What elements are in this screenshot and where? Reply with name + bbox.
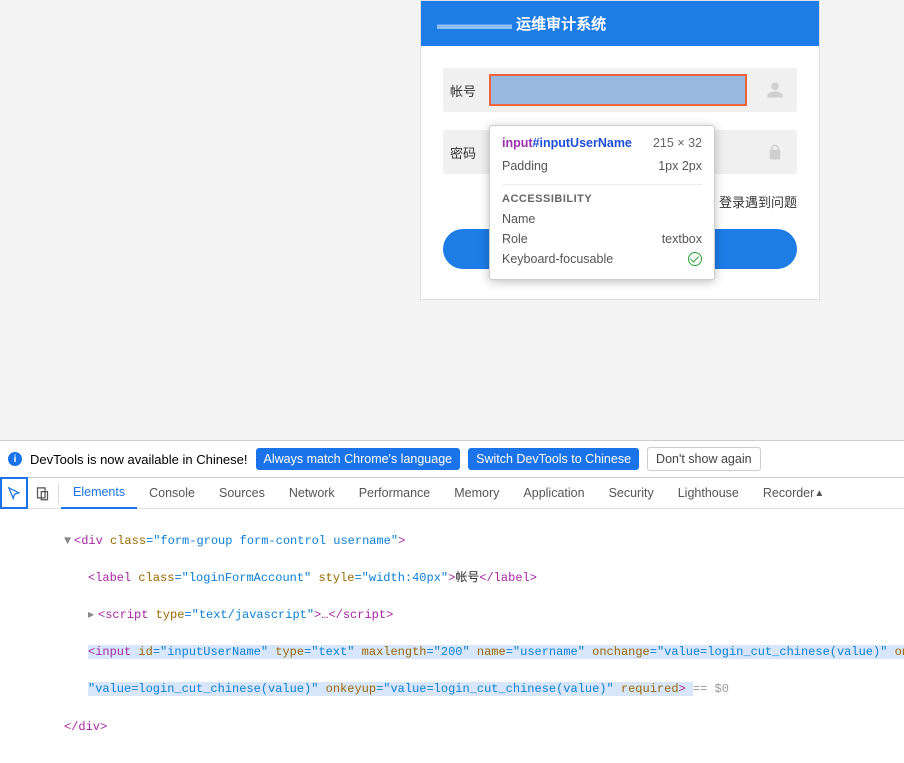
tooltip-selector-id: #inputUserName <box>533 136 632 150</box>
tab-application[interactable]: Application <box>511 477 596 509</box>
divider <box>58 483 59 503</box>
elements-panel[interactable]: ▼<div class="form-group form-control use… <box>0 509 904 763</box>
tooltip-kf-label: Keyboard-focusable <box>502 252 613 266</box>
inspect-element-icon[interactable] <box>0 477 28 509</box>
tab-lighthouse[interactable]: Lighthouse <box>666 477 751 509</box>
login-title: ▬▬▬▬▬ 运维审计系统 <box>421 1 819 46</box>
tab-elements[interactable]: Elements <box>61 477 137 509</box>
device-toggle-icon[interactable] <box>28 477 56 509</box>
tab-performance[interactable]: Performance <box>347 477 443 509</box>
username-row: 帐号 <box>443 68 797 112</box>
always-match-button[interactable]: Always match Chrome's language <box>256 448 461 470</box>
tab-network[interactable]: Network <box>277 477 347 509</box>
username-label: 帐号 <box>443 81 483 100</box>
tooltip-role-label: Role <box>502 232 528 246</box>
blur-prefix: ▬▬▬▬▬ <box>437 16 516 33</box>
tooltip-dimensions: 215 × 32 <box>653 136 702 150</box>
inspect-tooltip: input#inputUserName 215 × 32 Padding 1px … <box>489 125 715 280</box>
tooltip-role-value: textbox <box>662 232 702 246</box>
tab-security[interactable]: Security <box>597 477 666 509</box>
username-input[interactable] <box>489 74 747 106</box>
lock-icon <box>753 130 797 174</box>
tooltip-name-label: Name <box>502 212 535 226</box>
switch-devtools-button[interactable]: Switch DevTools to Chinese <box>468 448 639 470</box>
tab-console[interactable]: Console <box>137 477 207 509</box>
devtools-tabs: Elements Console Sources Network Perform… <box>0 477 904 509</box>
tab-recorder[interactable]: Recorder ▲ <box>751 477 836 509</box>
page-background: ▬▬▬▬▬ 运维审计系统 帐号 密码 登录遇到问题 登录 <box>0 0 904 440</box>
devtools-banner: i DevTools is now available in Chinese! … <box>0 440 904 477</box>
tab-memory[interactable]: Memory <box>442 477 511 509</box>
banner-text: DevTools is now available in Chinese! <box>30 452 248 467</box>
check-icon <box>688 252 702 266</box>
forgot-link[interactable]: 登录遇到问题 <box>719 195 797 210</box>
tooltip-padding-label: Padding <box>502 159 548 173</box>
tooltip-accessibility-header: ACCESSIBILITY <box>502 184 702 205</box>
tooltip-selector-tag: input <box>502 136 533 150</box>
password-label: 密码 <box>443 143 483 162</box>
tab-sources[interactable]: Sources <box>207 477 277 509</box>
dont-show-button[interactable]: Don't show again <box>647 447 761 471</box>
tooltip-padding-value: 1px 2px <box>658 159 702 173</box>
info-icon: i <box>8 452 22 466</box>
user-icon <box>753 68 797 112</box>
